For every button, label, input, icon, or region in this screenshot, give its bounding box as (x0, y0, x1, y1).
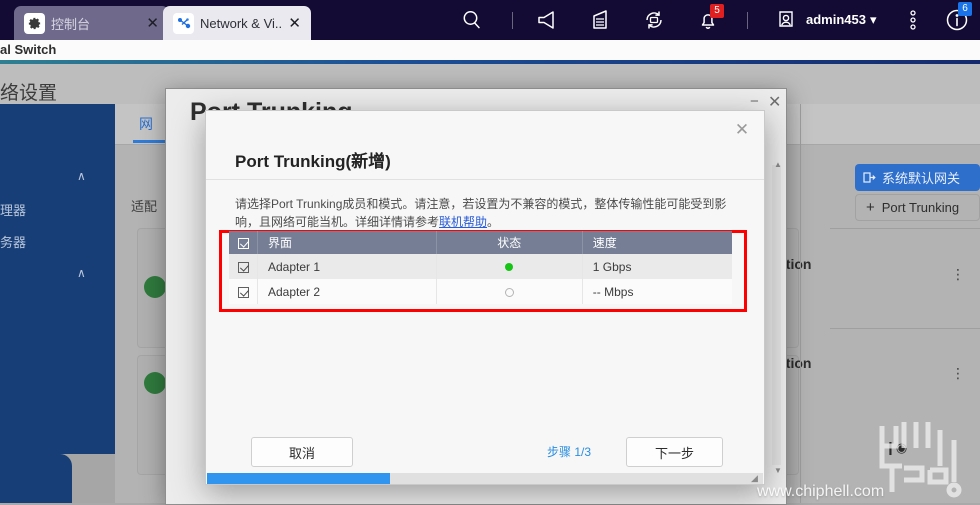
row-checkbox[interactable] (237, 261, 249, 273)
kebab-menu-icon[interactable] (900, 7, 926, 33)
plus-icon: + (866, 199, 875, 216)
adapter-card-2-menu-icon[interactable]: ⋮ (951, 366, 965, 380)
gear-icon (24, 12, 45, 34)
list-icon[interactable] (587, 7, 615, 33)
user-menu[interactable]: admin453 ▾ (806, 12, 877, 28)
row-status-cell (436, 279, 583, 304)
adapter-card-1-status-dot (144, 276, 166, 298)
adapter-card-2-status-dot (144, 372, 166, 394)
row-checkbox-cell[interactable] (229, 279, 258, 304)
megaphone-icon[interactable] (533, 7, 561, 33)
table-header-row: 界面 状态 速度 (229, 231, 732, 254)
add-port-trunking-label: Port Trunking (881, 200, 960, 215)
cancel-button[interactable]: 取消 (251, 437, 353, 467)
table-row[interactable]: Adapter 2 -- Mbps (229, 279, 732, 304)
select-all-checkbox[interactable] (237, 237, 249, 249)
next-step-button[interactable]: 下一步 (626, 437, 723, 467)
sidebar-chevron-1[interactable]: ∧ (77, 169, 86, 183)
toolbar-divider-1 (512, 12, 513, 29)
user-icon[interactable] (772, 7, 800, 33)
browser-tab-console[interactable]: 控制台 ✕ (14, 6, 169, 40)
page-top-strip (0, 40, 980, 62)
window-close-button[interactable]: ✕ (768, 92, 781, 112)
row-speed: -- Mbps (592, 284, 634, 299)
notifications-badge: 5 (710, 4, 724, 18)
status-dot-disconnected-icon (504, 287, 514, 297)
page-breadcrumb-fragment: al Switch (0, 42, 57, 57)
add-port-trunking-button[interactable]: + Port Trunking (855, 194, 980, 221)
system-default-gateway-button[interactable]: 系统默认网关 (855, 164, 980, 191)
user-name-label: admin453 (806, 12, 866, 27)
gateway-icon (863, 171, 876, 184)
watermark-url: www.chiphell.com (757, 483, 885, 500)
chevron-down-icon: ▾ (869, 12, 877, 27)
table-header-interface: 界面 (257, 231, 437, 254)
window-vertical-scrollbar[interactable] (772, 165, 781, 465)
table-row[interactable]: Adapter 1 1 Gbps (229, 254, 732, 279)
online-help-link[interactable]: 联机帮助 (439, 215, 487, 229)
dialog-title-divider (206, 179, 764, 180)
browser-tab-network[interactable]: Network & Vi... ✕ (163, 6, 311, 40)
dialog-horizontal-scrollbar-thumb[interactable] (207, 473, 390, 484)
app-tab-network[interactable]: 网 (139, 114, 153, 134)
dialog-close-icon[interactable]: ✕ (730, 118, 754, 142)
row-interface: Adapter 1 (257, 254, 437, 279)
network-icon (173, 12, 194, 34)
row-interface: Adapter 2 (257, 279, 437, 304)
info-badge: 6 (958, 2, 972, 16)
table-header-speed: 速度 (582, 231, 732, 254)
search-icon[interactable] (458, 7, 486, 33)
close-icon[interactable]: ✕ (146, 15, 159, 31)
dialog-title: Port Trunking(新增) (235, 152, 391, 171)
browser-tab-console-label: 控制台 (51, 16, 91, 32)
accent-rule (0, 60, 980, 64)
step-indicator: 步骤 1/3 (547, 445, 592, 459)
sidebar-item-manager[interactable]: 理器 (0, 200, 26, 219)
app-header-title: 络设置 (0, 83, 58, 104)
sidebar-chevron-2[interactable]: ∧ (77, 266, 86, 280)
app-sidebar (0, 104, 115, 454)
close-icon[interactable]: ✕ (288, 15, 301, 31)
gateway-button-label: 系统默认网关 (882, 171, 961, 186)
sidebar-footer-block (0, 454, 72, 503)
table-header-status: 状态 (436, 231, 583, 254)
sidebar-item-server[interactable]: 务器 (0, 232, 26, 251)
window-minimize-button[interactable]: − (750, 93, 759, 110)
app-section-label: 适配 (131, 199, 158, 214)
dialog-description: 请选择Port Trunking成员和模式。请注意，若设置为不兼容的模式，整体传… (235, 195, 735, 231)
scroll-down-arrow-icon[interactable]: ▼ (774, 466, 782, 475)
list-divider-2 (830, 328, 980, 329)
status-dot-connected-icon (505, 263, 514, 272)
scroll-up-arrow-icon[interactable]: ▲ (774, 160, 782, 169)
sync-icon[interactable] (640, 7, 668, 33)
browser-tab-network-label: Network & Vi... (200, 15, 283, 31)
chiphell-logo-icon (879, 422, 962, 498)
list-divider-1 (830, 228, 980, 229)
row-speed: 1 Gbps (592, 259, 632, 274)
content-vertical-divider (800, 104, 801, 503)
row-checkbox[interactable] (237, 286, 249, 298)
adapter-table: 界面 状态 速度 Adapter 1 1 Gbps Adapter 2 -- M… (229, 231, 732, 304)
row-status-cell (436, 254, 583, 279)
dialog-description-suffix: 。 (487, 215, 500, 229)
table-header-select-all[interactable] (229, 231, 258, 254)
toolbar-divider-2 (747, 12, 748, 29)
port-trunking-dialog: ✕ Port Trunking(新增) 请选择Port Trunking成员和模… (205, 110, 765, 485)
adapter-card-1-menu-icon[interactable]: ⋮ (951, 267, 965, 281)
row-checkbox-cell[interactable] (229, 254, 258, 279)
